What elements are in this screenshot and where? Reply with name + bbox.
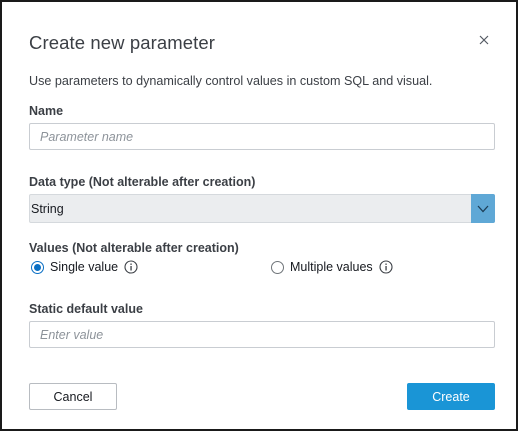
single-value-radio[interactable] (31, 260, 44, 274)
info-icon[interactable] (379, 260, 393, 274)
dialog-description: Use parameters to dynamically control va… (29, 74, 433, 88)
single-value-label: Single value (50, 260, 119, 274)
multiple-values-option[interactable]: Multiple values (271, 260, 393, 274)
values-label: Values (Not alterable after creation) (29, 241, 239, 255)
create-parameter-dialog: Create new parameter Use parameters to d… (0, 0, 518, 431)
parameter-name-input[interactable] (29, 123, 495, 150)
close-icon[interactable] (474, 30, 494, 50)
static-default-label: Static default value (29, 302, 143, 316)
data-type-label: Data type (Not alterable after creation) (29, 175, 256, 189)
multiple-values-radio[interactable] (271, 260, 284, 274)
static-default-value-input[interactable] (29, 321, 495, 348)
single-value-option[interactable]: Single value (31, 260, 138, 274)
info-icon[interactable] (124, 260, 138, 274)
create-button[interactable]: Create (407, 383, 495, 410)
cancel-button[interactable]: Cancel (29, 383, 117, 410)
data-type-selected-value: String (31, 202, 64, 216)
name-label: Name (29, 104, 64, 118)
dialog-title: Create new parameter (29, 32, 216, 53)
chevron-down-icon[interactable] (471, 194, 495, 223)
multiple-values-label: Multiple values (290, 260, 373, 274)
data-type-select[interactable]: String (29, 194, 495, 223)
